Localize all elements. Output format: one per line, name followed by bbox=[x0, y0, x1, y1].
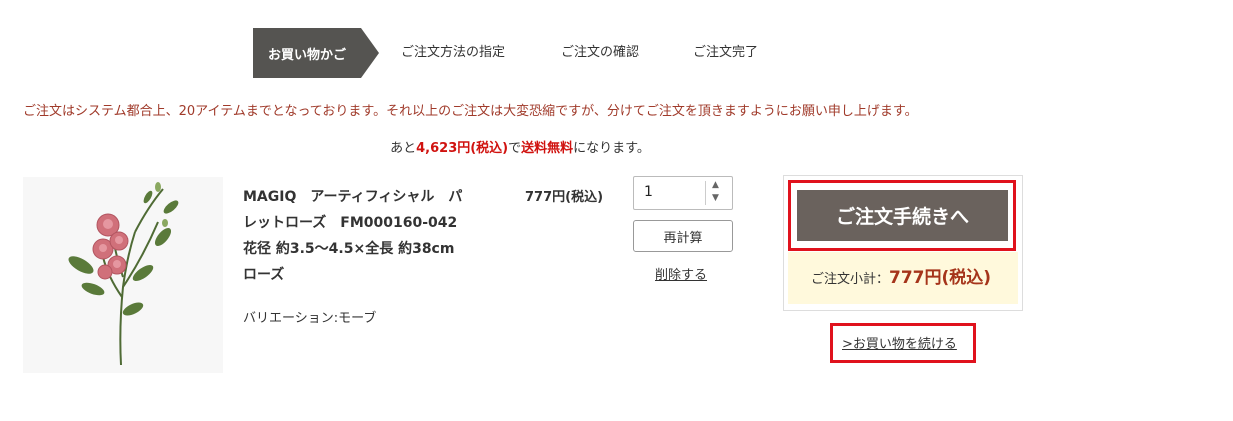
recalculate-button[interactable]: 再計算 bbox=[633, 220, 733, 252]
step-arrow-icon bbox=[361, 28, 379, 78]
step-order-complete: ご注文完了 bbox=[693, 45, 759, 60]
subtotal-label: ご注文小計： bbox=[811, 272, 890, 287]
product-title-line: 花径 約3.5～4.5×全長 約38cm bbox=[243, 241, 455, 257]
product-image[interactable] bbox=[23, 177, 223, 373]
quantity-stepper[interactable]: 1 ▲ ▼ bbox=[633, 176, 733, 210]
quantity-down-icon[interactable]: ▼ bbox=[712, 193, 719, 203]
step-order-method: ご注文方法の指定 bbox=[401, 45, 506, 60]
quantity-up-icon[interactable]: ▲ bbox=[712, 180, 719, 190]
shipping-remaining-amount: 4,623円(税込) bbox=[416, 141, 509, 156]
item-limit-notice: ご注文はシステム都合上、20アイテムまでとなっております。それ以上のご注文は大変… bbox=[23, 104, 918, 119]
quantity-value: 1 bbox=[644, 184, 653, 200]
free-shipping-message: あと4,623円(税込)で送料無料になります。 bbox=[0, 137, 1040, 156]
product-title-line: レットローズ FM000160-042 bbox=[243, 215, 458, 231]
product-title-line: MAGIQ アーティフィシャル パ bbox=[243, 189, 463, 205]
rose-image bbox=[68, 182, 179, 366]
step-cart-active: お買い物かご bbox=[253, 28, 361, 78]
quantity-divider bbox=[705, 181, 706, 205]
product-variation: バリエーション:モーブ bbox=[243, 311, 377, 326]
product-title[interactable]: MAGIQ アーティフィシャル パ レットローズ FM000160-042 花径… bbox=[243, 184, 498, 288]
order-subtotal: ご注文小計：777円(税込) bbox=[811, 263, 991, 288]
free-shipping-label: 送料無料 bbox=[521, 141, 574, 156]
shipping-middle: で bbox=[508, 141, 522, 156]
subtotal-amount: 777円(税込) bbox=[889, 268, 992, 288]
shipping-suffix: になります。 bbox=[573, 141, 650, 156]
step-order-confirm: ご注文の確認 bbox=[561, 45, 640, 60]
continue-shopping-link[interactable]: >お買い物を続ける bbox=[842, 333, 957, 352]
shipping-prefix: あと bbox=[390, 141, 417, 156]
step-cart-label: お買い物かご bbox=[267, 47, 346, 63]
product-price: 777円(税込) bbox=[525, 190, 604, 205]
delete-link[interactable]: 削除する bbox=[655, 264, 707, 283]
product-title-line: ローズ bbox=[243, 267, 285, 283]
checkout-button[interactable]: ご注文手続きへ bbox=[797, 190, 1008, 241]
checkout-steps: お買い物かご ご注文方法の指定 ご注文の確認 ご注文完了 bbox=[253, 28, 813, 78]
